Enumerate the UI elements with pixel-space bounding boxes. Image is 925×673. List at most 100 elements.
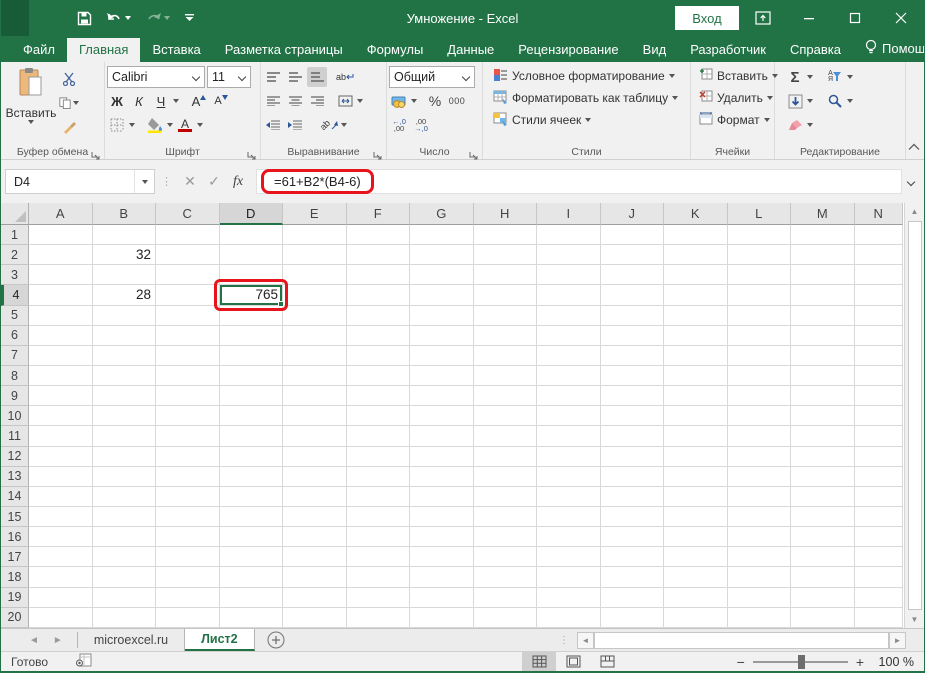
- cell-F20[interactable]: [347, 608, 411, 628]
- cell-K1[interactable]: [664, 225, 728, 245]
- cell-M11[interactable]: [791, 426, 855, 446]
- cell-B5[interactable]: [93, 306, 157, 326]
- cell-F6[interactable]: [347, 326, 411, 346]
- cell-L5[interactable]: [728, 306, 792, 326]
- row-header-5[interactable]: 5: [1, 306, 29, 326]
- cell-F15[interactable]: [347, 507, 411, 527]
- cell-M15[interactable]: [791, 507, 855, 527]
- cell-E14[interactable]: [283, 487, 347, 507]
- cell-B17[interactable]: [93, 547, 157, 567]
- column-header-J[interactable]: J: [601, 203, 665, 225]
- cell-C16[interactable]: [156, 527, 220, 547]
- fill-handle[interactable]: [278, 301, 284, 307]
- cell-I17[interactable]: [537, 547, 601, 567]
- cell-F1[interactable]: [347, 225, 411, 245]
- cell-E15[interactable]: [283, 507, 347, 527]
- row-header-1[interactable]: 1: [1, 225, 29, 245]
- cell-E12[interactable]: [283, 447, 347, 467]
- cell-G20[interactable]: [410, 608, 474, 628]
- undo-dropdown-icon[interactable]: [125, 16, 131, 20]
- cell-J9[interactable]: [601, 386, 665, 406]
- customize-qat-icon[interactable]: [184, 13, 195, 23]
- cell-L12[interactable]: [728, 447, 792, 467]
- copy-dropdown-icon[interactable]: [73, 101, 79, 105]
- cell-B2[interactable]: 32: [93, 245, 157, 265]
- signin-button[interactable]: Вход: [675, 6, 739, 30]
- tab-formulas[interactable]: Формулы: [355, 38, 436, 62]
- cell-I18[interactable]: [537, 567, 601, 587]
- cell-G1[interactable]: [410, 225, 474, 245]
- increase-decimal-button[interactable]: ←,0 ,00: [389, 115, 409, 135]
- redo-dropdown-icon[interactable]: [164, 16, 170, 20]
- column-header-E[interactable]: E: [283, 203, 347, 225]
- cell-K13[interactable]: [664, 467, 728, 487]
- name-box-dropdown-icon[interactable]: [134, 170, 154, 193]
- collapse-ribbon-icon[interactable]: [908, 138, 920, 156]
- cell-L3[interactable]: [728, 265, 792, 285]
- cell-K20[interactable]: [664, 608, 728, 628]
- undo-icon[interactable]: [106, 11, 131, 25]
- horizontal-scrollbar[interactable]: ⋮ ◄ ►: [559, 632, 906, 649]
- cell-C6[interactable]: [156, 326, 220, 346]
- cell-E2[interactable]: [283, 245, 347, 265]
- font-dialog-launcher-icon[interactable]: [247, 147, 257, 157]
- cell-B8[interactable]: [93, 366, 157, 386]
- cell-J4[interactable]: [601, 285, 665, 305]
- cell-M12[interactable]: [791, 447, 855, 467]
- cell-G8[interactable]: [410, 366, 474, 386]
- cell-A4[interactable]: [29, 285, 93, 305]
- cell-N11[interactable]: [855, 426, 904, 446]
- increase-indent-icon[interactable]: [285, 115, 305, 135]
- cell-B9[interactable]: [93, 386, 157, 406]
- insert-cells-button[interactable]: Вставить: [695, 65, 772, 87]
- cell-B6[interactable]: [93, 326, 157, 346]
- cell-N15[interactable]: [855, 507, 904, 527]
- cell-E5[interactable]: [283, 306, 347, 326]
- cell-I15[interactable]: [537, 507, 601, 527]
- cell-K6[interactable]: [664, 326, 728, 346]
- cell-N14[interactable]: [855, 487, 904, 507]
- number-dialog-launcher-icon[interactable]: [469, 147, 479, 157]
- cell-F7[interactable]: [347, 346, 411, 366]
- app-icon[interactable]: [1, 0, 29, 36]
- row-header-9[interactable]: 9: [1, 386, 29, 406]
- close-button[interactable]: [878, 0, 924, 36]
- cell-D20[interactable]: [220, 608, 284, 628]
- cell-A12[interactable]: [29, 447, 93, 467]
- cell-D19[interactable]: [220, 588, 284, 608]
- tab-developer[interactable]: Разработчик: [678, 38, 778, 62]
- cell-A14[interactable]: [29, 487, 93, 507]
- cell-N8[interactable]: [855, 366, 904, 386]
- cell-F11[interactable]: [347, 426, 411, 446]
- grow-font-button[interactable]: A: [189, 91, 209, 111]
- align-center-icon[interactable]: [285, 91, 305, 111]
- decrease-decimal-button[interactable]: ,00 →,0: [411, 115, 431, 135]
- delete-cells-button[interactable]: Удалить: [695, 87, 772, 109]
- cell-D8[interactable]: [220, 366, 284, 386]
- cell-B7[interactable]: [93, 346, 157, 366]
- cell-E9[interactable]: [283, 386, 347, 406]
- cell-A19[interactable]: [29, 588, 93, 608]
- cell-I7[interactable]: [537, 346, 601, 366]
- autosum-dropdown-icon[interactable]: [807, 75, 813, 79]
- cell-F2[interactable]: [347, 245, 411, 265]
- cell-J6[interactable]: [601, 326, 665, 346]
- column-header-F[interactable]: F: [347, 203, 411, 225]
- cell-D3[interactable]: [220, 265, 284, 285]
- enter-formula-icon[interactable]: ✓: [202, 170, 226, 194]
- cell-M8[interactable]: [791, 366, 855, 386]
- accounting-format-icon[interactable]: [389, 91, 409, 111]
- cell-N6[interactable]: [855, 326, 904, 346]
- cell-J5[interactable]: [601, 306, 665, 326]
- cell-G6[interactable]: [410, 326, 474, 346]
- cell-J10[interactable]: [601, 406, 665, 426]
- cell-M6[interactable]: [791, 326, 855, 346]
- cell-B18[interactable]: [93, 567, 157, 587]
- cell-M9[interactable]: [791, 386, 855, 406]
- page-layout-view-icon[interactable]: [556, 652, 590, 671]
- row-header-15[interactable]: 15: [1, 507, 29, 527]
- format-cells-button[interactable]: Формат: [695, 109, 772, 131]
- cell-N17[interactable]: [855, 547, 904, 567]
- cell-B14[interactable]: [93, 487, 157, 507]
- cell-D7[interactable]: [220, 346, 284, 366]
